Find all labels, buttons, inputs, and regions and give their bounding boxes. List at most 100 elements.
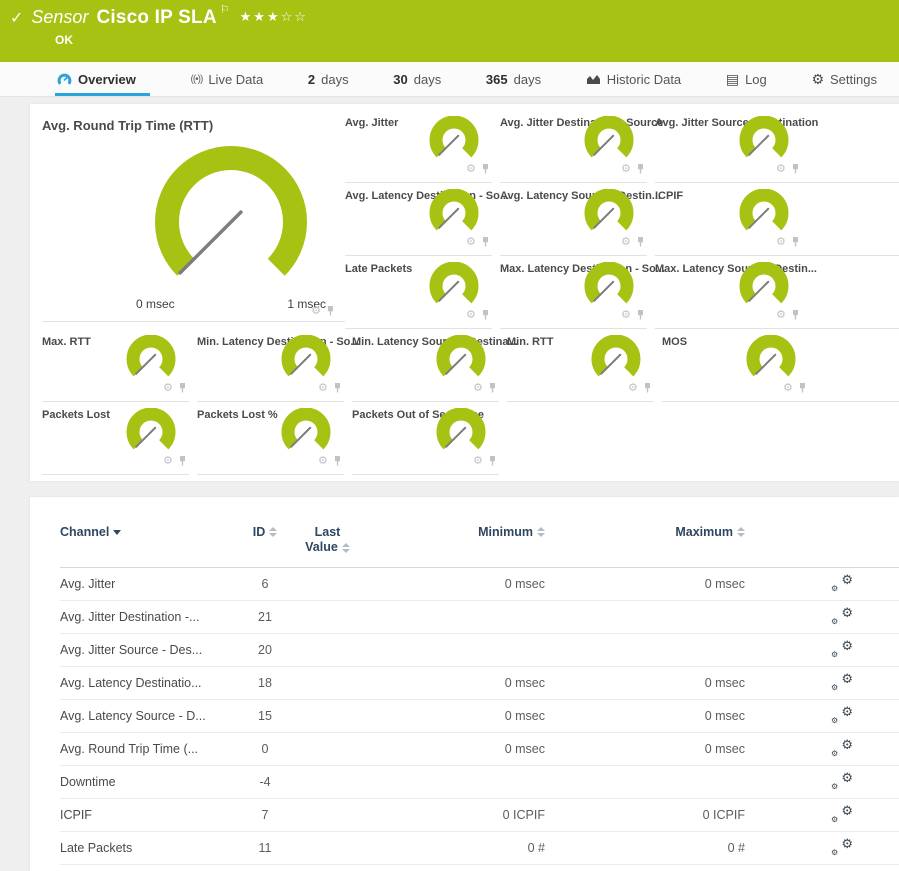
gear-icon[interactable]: ⚙	[621, 237, 631, 248]
sort-minimum[interactable]: Minimum	[478, 525, 545, 539]
object-kind-label: Sensor	[31, 7, 88, 28]
mini-gauge-grid: Avg. Jitter ⚙ Avg. Jitter Destination - …	[345, 110, 899, 329]
gear-icon[interactable]: ⚙	[318, 456, 328, 467]
gauge-arc	[746, 122, 782, 153]
pin-icon[interactable]	[791, 163, 800, 175]
tab-overview[interactable]: Overview	[55, 62, 150, 96]
gauge-panel: Avg. Latency Source - Destin... ⚙	[500, 183, 647, 256]
channel-id: 6	[230, 577, 300, 591]
channel-settings-icon[interactable]: ⚙ ⚙	[831, 805, 853, 822]
pin-icon[interactable]	[791, 236, 800, 248]
gauges-panel: Avg. Round Trip Time (RTT) 0 msec 1 msec…	[30, 104, 899, 481]
channel-settings-icon[interactable]: ⚙ ⚙	[831, 739, 853, 756]
pin-icon[interactable]	[178, 382, 187, 394]
tab-live-data[interactable]: ((•)) Live Data	[187, 62, 268, 96]
gear-icon[interactable]: ⚙	[776, 164, 786, 175]
gauge-dial	[280, 408, 332, 454]
channel-id: 20	[230, 643, 300, 657]
priority-stars[interactable]: ★★★☆☆	[240, 9, 308, 25]
channel-id: 7	[230, 808, 300, 822]
table-row: ICPIF 7 0 ICPIF 0 ICPIF ⚙ ⚙	[60, 799, 899, 832]
pin-icon[interactable]	[333, 382, 342, 394]
gear-icon[interactable]: ⚙	[473, 456, 483, 467]
pin-icon[interactable]	[636, 236, 645, 248]
tab-number: 30	[393, 72, 407, 87]
pin-icon[interactable]	[481, 309, 490, 321]
sort-id[interactable]: ID	[253, 525, 278, 539]
tab-label: Historic Data	[607, 72, 681, 87]
channel-maximum: 0 msec	[545, 577, 745, 591]
pin-icon[interactable]	[636, 163, 645, 175]
gauge-dial	[738, 262, 790, 308]
channel-name[interactable]: Avg. Jitter Destination -...	[60, 610, 230, 624]
gauge-dial	[435, 335, 487, 381]
gauge-dial	[583, 262, 635, 308]
pin-icon[interactable]	[643, 382, 652, 394]
gear-icon[interactable]: ⚙	[163, 456, 173, 467]
gauge-dial	[583, 116, 635, 162]
gear-icon[interactable]: ⚙	[311, 306, 321, 317]
pin-icon[interactable]	[333, 455, 342, 467]
gauge-title: Min. Latency Destination - So...	[197, 336, 360, 348]
gear-icon[interactable]: ⚙	[473, 383, 483, 394]
channel-name[interactable]: Downtime	[60, 775, 230, 789]
channel-settings-icon[interactable]: ⚙ ⚙	[831, 838, 853, 855]
pin-icon[interactable]	[488, 382, 497, 394]
gear-icon[interactable]: ⚙	[628, 383, 638, 394]
tab-label: Log	[745, 72, 767, 87]
channel-name[interactable]: Avg. Jitter Source - Des...	[60, 643, 230, 657]
gauge	[583, 189, 635, 235]
gauge-title: Max. RTT	[42, 336, 91, 348]
tab-settings[interactable]: ⚙ Settings	[807, 62, 881, 96]
channel-maximum: 0 msec	[545, 742, 745, 756]
pin-icon[interactable]	[791, 309, 800, 321]
gauge-panel: MOS ⚙	[662, 329, 899, 402]
channel-name[interactable]: Avg. Jitter	[60, 577, 230, 591]
tab-365-days[interactable]: 365 days	[482, 62, 545, 96]
gauge-panel: Avg. Jitter Destination - Source ⚙	[500, 110, 647, 183]
channel-name[interactable]: Avg. Latency Destinatio...	[60, 676, 230, 690]
priority-flag-icon[interactable]: ⚐	[220, 3, 230, 16]
gear-icon[interactable]: ⚙	[776, 237, 786, 248]
pin-icon[interactable]	[488, 455, 497, 467]
sort-channel[interactable]: Channel	[60, 525, 121, 539]
pin-icon[interactable]	[326, 305, 335, 317]
channel-settings-icon[interactable]: ⚙ ⚙	[831, 673, 853, 690]
channel-name[interactable]: Late Packets	[60, 841, 230, 855]
pin-icon[interactable]	[481, 163, 490, 175]
sort-icon	[737, 527, 745, 537]
channel-settings-icon[interactable]: ⚙ ⚙	[831, 574, 853, 591]
gauge-arc	[167, 158, 295, 267]
channel-settings-icon[interactable]: ⚙ ⚙	[831, 640, 853, 657]
tab-30-days[interactable]: 30 days	[389, 62, 445, 96]
channel-name[interactable]: Avg. Round Trip Time (...	[60, 742, 230, 756]
gear-icon[interactable]: ⚙	[466, 237, 476, 248]
gear-icon[interactable]: ⚙	[466, 310, 476, 321]
sort-last-value[interactable]: Last Value	[300, 525, 355, 555]
channel-settings-icon[interactable]: ⚙ ⚙	[831, 706, 853, 723]
gear-icon[interactable]: ⚙	[466, 164, 476, 175]
gauge-panel: Min. Latency Destination - So... ⚙	[197, 329, 344, 402]
channel-minimum: 0 msec	[355, 577, 545, 591]
gear-icon[interactable]: ⚙	[776, 310, 786, 321]
gauge-arc	[436, 268, 472, 299]
gear-icon[interactable]: ⚙	[621, 310, 631, 321]
sort-maximum[interactable]: Maximum	[675, 525, 745, 539]
gear-icon[interactable]: ⚙	[783, 383, 793, 394]
pin-icon[interactable]	[798, 382, 807, 394]
channel-settings-icon[interactable]: ⚙ ⚙	[831, 772, 853, 789]
tab-historic-data[interactable]: Historic Data	[582, 62, 685, 96]
pin-icon[interactable]	[636, 309, 645, 321]
channel-name[interactable]: Avg. Latency Source - D...	[60, 709, 230, 723]
gauge-dial	[738, 116, 790, 162]
channel-name[interactable]: ICPIF	[60, 808, 230, 822]
tab-log[interactable]: ▤ Log	[722, 62, 771, 96]
gear-icon[interactable]: ⚙	[621, 164, 631, 175]
pin-icon[interactable]	[481, 236, 490, 248]
pin-icon[interactable]	[178, 455, 187, 467]
gauge	[125, 408, 177, 454]
tab-2-days[interactable]: 2 days	[304, 62, 353, 96]
channel-settings-icon[interactable]: ⚙ ⚙	[831, 607, 853, 624]
gear-icon[interactable]: ⚙	[163, 383, 173, 394]
gear-icon[interactable]: ⚙	[318, 383, 328, 394]
